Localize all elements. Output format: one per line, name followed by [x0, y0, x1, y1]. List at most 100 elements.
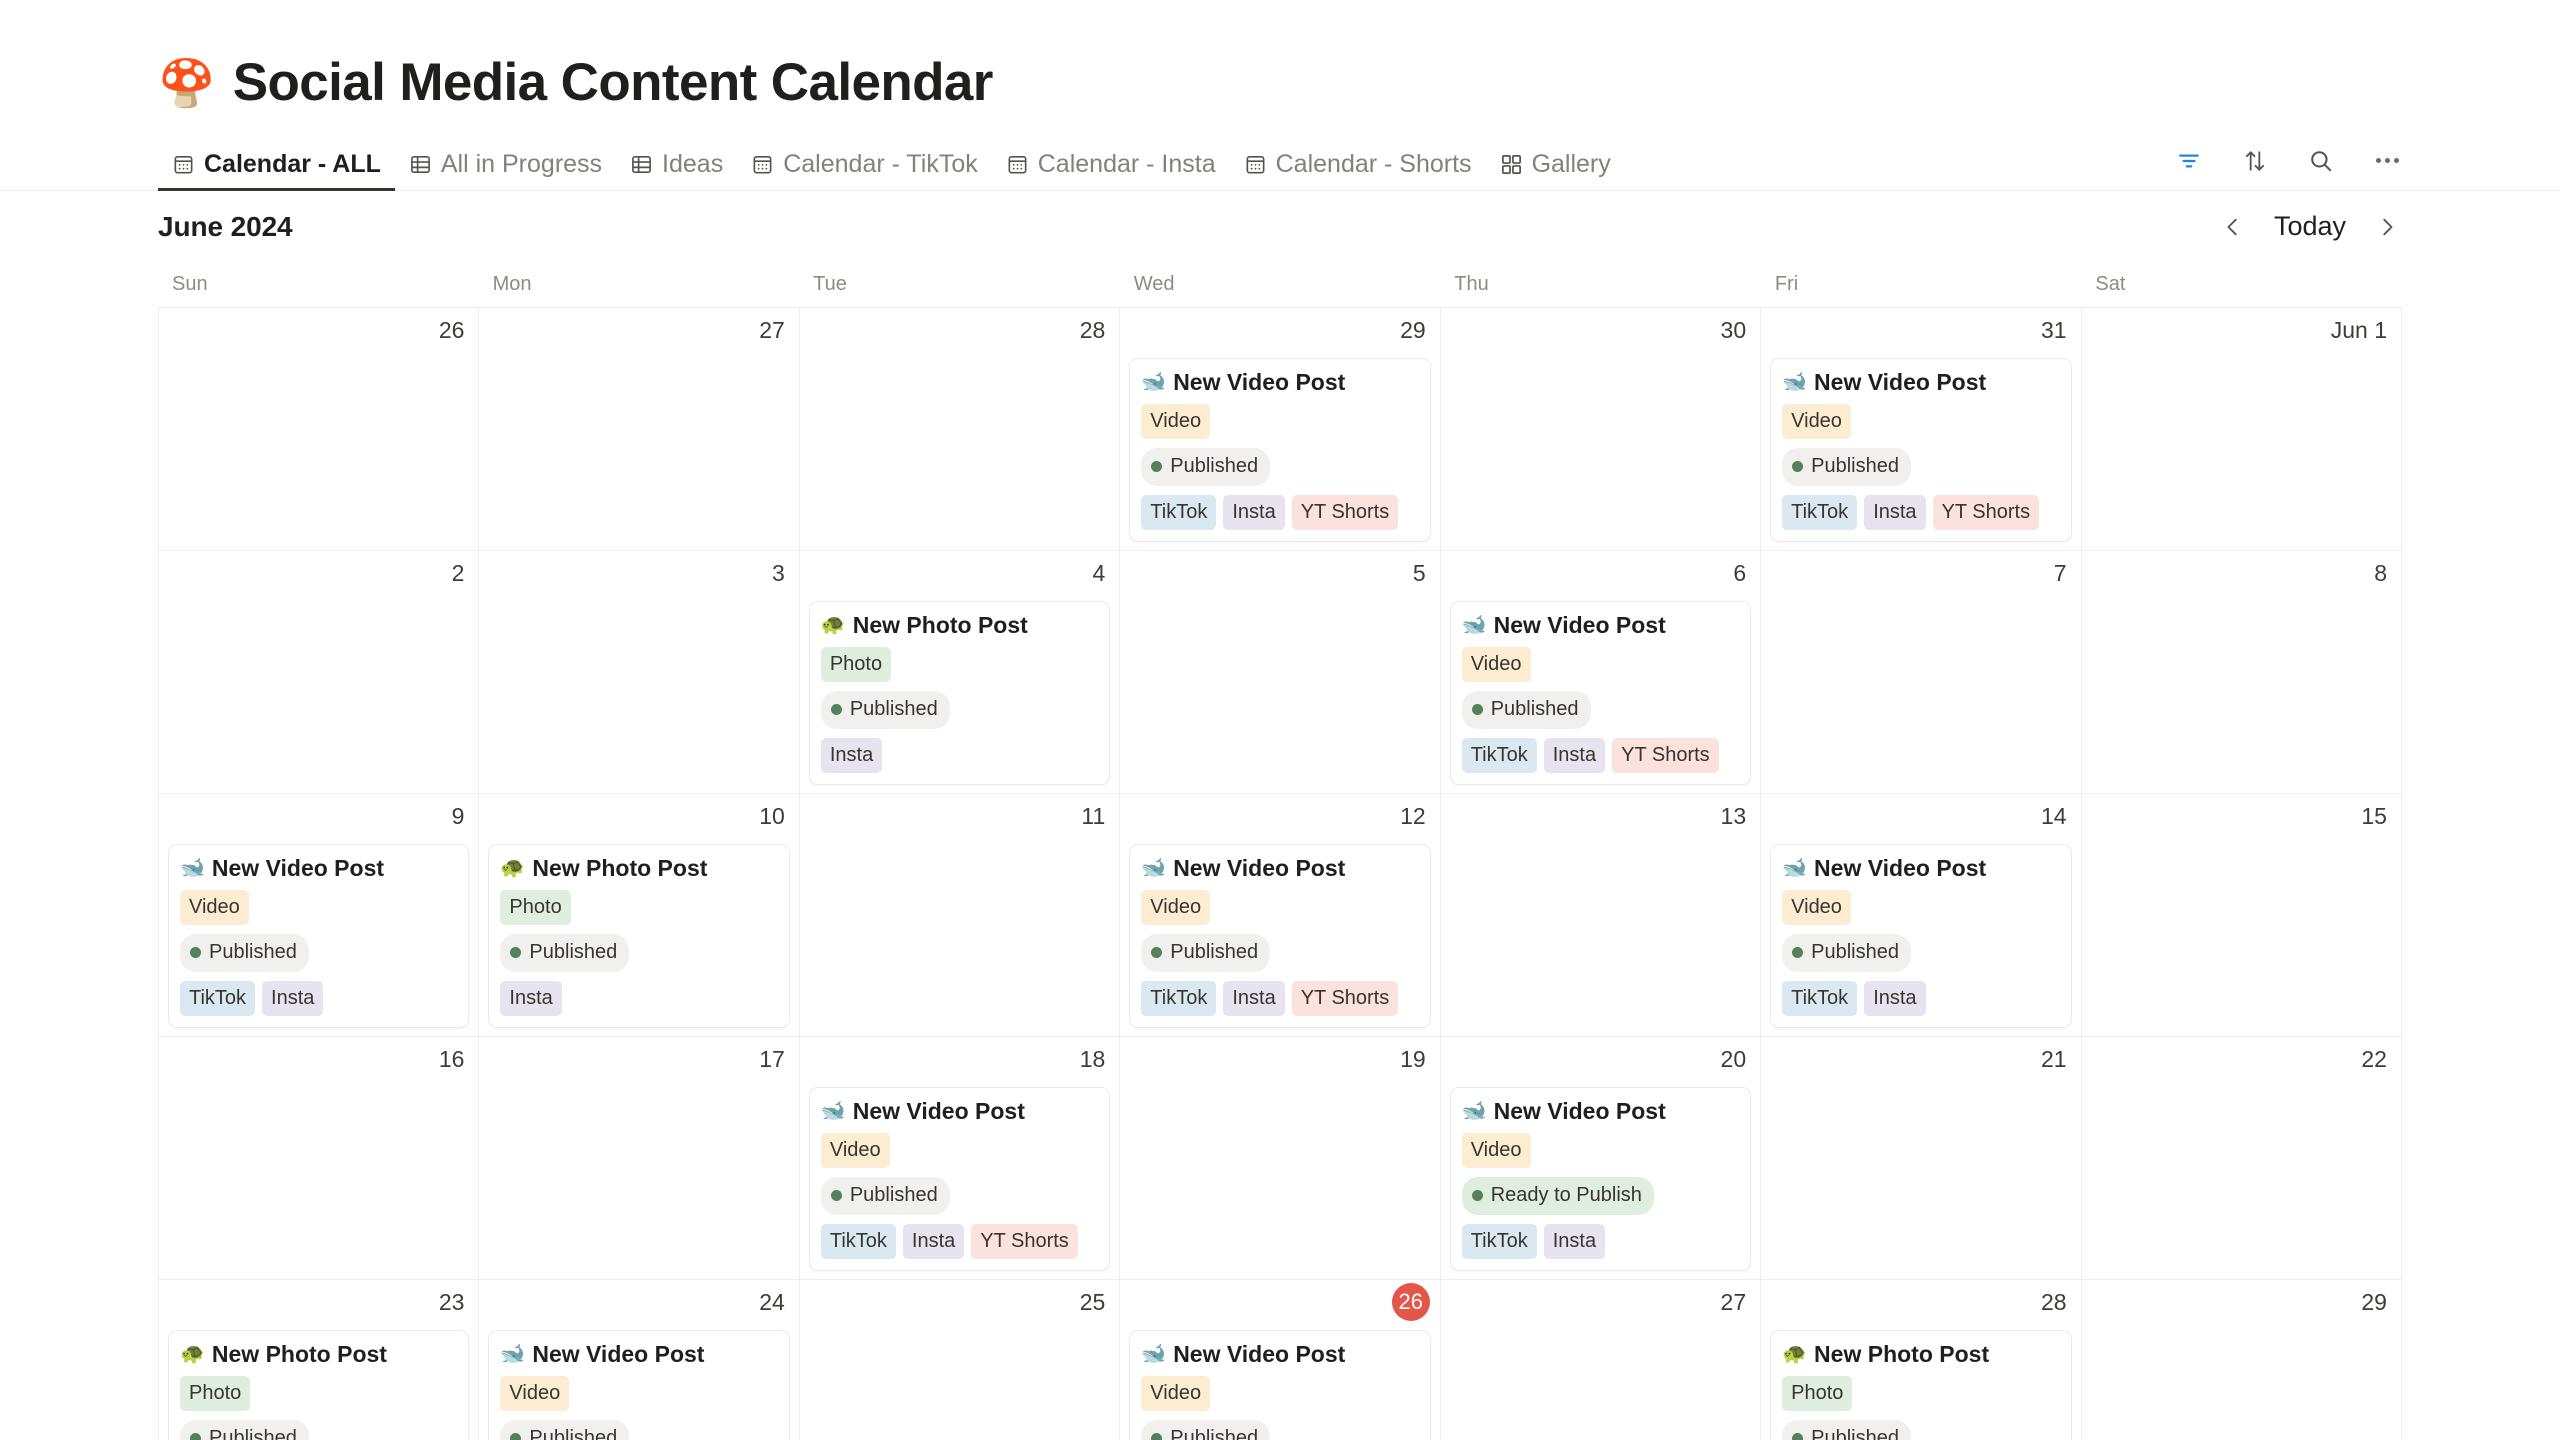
calendar-event-card[interactable]: 🐋New Video PostVideoPublishedTikTokInsta…	[488, 1329, 790, 1440]
calendar-event-card[interactable]: 🐋New Video PostVideoPublishedTikTokInsta…	[808, 1086, 1111, 1272]
event-title-text: New Video Post	[1814, 368, 1987, 395]
status-badge: Published	[1782, 448, 1911, 487]
more-options-icon[interactable]	[2372, 146, 2402, 176]
calendar-day-cell[interactable]: 7	[1761, 550, 2082, 794]
calendar-day-cell[interactable]: 14 🐋 New Video Post Video Published TikTok Ins…	[1761, 793, 2082, 1037]
calendar-day-cell[interactable]: 30	[1440, 307, 1762, 551]
calendar-day-cell[interactable]: 26	[159, 307, 480, 551]
calendar-event-card[interactable]: 🐢New Photo PostPhotoPublishedInsta	[808, 600, 1111, 786]
tab-all-in-progress[interactable]: All in Progress	[395, 133, 616, 190]
event-title-text: New Photo Post	[532, 854, 708, 881]
status-label: Published	[529, 941, 618, 964]
calendar-day-cell[interactable]: 15	[2081, 793, 2402, 1037]
status-badge: Published	[500, 934, 630, 973]
tab-calendar-shorts[interactable]: Calendar - Shorts	[1230, 133, 1486, 190]
calendar-event-card[interactable]: 🐋New Video PostVideoPublishedTikTokInsta…	[1449, 600, 1752, 786]
platform-chip-row: TikTok Insta	[180, 981, 457, 1017]
platform-chip-yt-shorts: YT Shorts	[1932, 495, 2040, 531]
calendar-day-cell[interactable]: 23🐢New Photo PostPhotoPublishedInsta	[159, 1279, 480, 1440]
event-title: 🐋 New Video Post	[1462, 1098, 1739, 1124]
calendar-day-cell[interactable]: 29	[2082, 1279, 2402, 1440]
tab-calendar-all[interactable]: Calendar - ALL	[158, 133, 395, 192]
calendar-day-cell[interactable]: 28	[799, 307, 1121, 551]
tab-label: Ideas	[662, 149, 724, 178]
calendar-day-cell[interactable]: 29 🐋 New Video Post Video Published TikTok Ins…	[1120, 307, 1441, 551]
sort-icon[interactable]	[2240, 146, 2270, 176]
calendar-day-cell[interactable]: 8	[2081, 550, 2402, 794]
status-dot-icon	[510, 1433, 522, 1440]
calendar-day-cell[interactable]: 9 🐋 New Video Post Video Published TikTok Inst…	[159, 793, 480, 1037]
calendar-day-cell[interactable]: 18 🐋 New Video Post Video Published TikTok Ins…	[799, 1036, 1121, 1280]
calendar-day-cell[interactable]: 28🐢New Photo PostPhotoPublishedInsta	[1761, 1279, 2082, 1440]
search-icon[interactable]	[2306, 146, 2336, 176]
weekday-thu: Thu	[1454, 273, 1489, 296]
day-number-wrapper: 27	[1450, 1288, 1751, 1330]
calendar-event-card[interactable]: 🐋New Video PostVideoPublishedTikTokInsta…	[1129, 1329, 1431, 1440]
calendar-event-card[interactable]: 🐋New Video PostVideoPublishedTikTokInsta…	[1129, 357, 1431, 543]
day-number-wrapper: 12	[1129, 802, 1430, 844]
event-type-row: Photo	[500, 890, 777, 926]
today-button[interactable]: Today	[2270, 211, 2350, 242]
calendar-event-card[interactable]: 🐢New Photo PostPhotoPublishedInsta	[1770, 1329, 2072, 1440]
event-title: 🐋 New Video Post	[1782, 855, 2059, 881]
tab-calendar-insta[interactable]: Calendar - Insta	[992, 133, 1230, 190]
content-type-chip: Photo	[820, 647, 892, 683]
tab-ideas[interactable]: Ideas	[616, 133, 737, 190]
tab-label: Calendar - ALL	[204, 149, 381, 178]
calendar-day-cell[interactable]: 26🐋New Video PostVideoPublishedTikTokIns…	[1120, 1279, 1441, 1440]
calendar-event-card[interactable]: 🐋New Video PostVideoPublishedTikTokInsta…	[1129, 843, 1431, 1029]
calendar-day-cell[interactable]: Jun 1	[2081, 307, 2402, 551]
platform-chip-insta: Insta	[1864, 495, 1926, 531]
platform-chip-tiktok: TikTok	[1782, 981, 1858, 1017]
calendar-day-cell[interactable]: 19	[1120, 1036, 1441, 1280]
calendar-day-cell[interactable]: 6 🐋 New Video Post Video Published TikTok Inst…	[1440, 550, 1762, 794]
calendar-day-cell[interactable]: 22	[2081, 1036, 2402, 1280]
status-badge: Published	[500, 1420, 630, 1440]
calendar-event-card[interactable]: 🐋 New Video Post Video Ready to Publish TikT…	[1449, 1086, 1752, 1272]
calendar-day-cell[interactable]: 27	[1441, 1279, 1762, 1440]
calendar-day-cell[interactable]: 21	[1761, 1036, 2082, 1280]
event-type-row: Video	[1782, 404, 2059, 440]
platform-chip-tiktok: TikTok	[180, 981, 256, 1017]
calendar-day-cell[interactable]: 3	[479, 550, 800, 794]
calendar-event-card[interactable]: 🐋 New Video Post Video Published TikTok Insta	[1770, 843, 2072, 1029]
status-badge: Ready to Publish	[1461, 1177, 1654, 1216]
previous-month-button[interactable]	[2218, 212, 2248, 242]
calendar-day-cell[interactable]: 25	[800, 1279, 1121, 1440]
day-number-wrapper: 18	[809, 1045, 1110, 1087]
calendar-event-card[interactable]: 🐋New Video PostVideoPublishedTikTokInsta…	[1770, 357, 2072, 543]
tab-gallery[interactable]: Gallery	[1486, 133, 1625, 190]
calendar-day-cell[interactable]: 2	[159, 550, 480, 794]
calendar-day-cell[interactable]: 20 🐋 New Video Post Video Ready to Publish Ti…	[1440, 1036, 1762, 1280]
calendar-day-cell[interactable]: 4 🐢 New Photo Post Photo Published Insta	[799, 550, 1121, 794]
calendar-day-cell[interactable]: 31 🐋 New Video Post Video Published TikTok Ins…	[1761, 307, 2082, 551]
calendar-week-row: 26 27 28 29 🐋 New Video Post Video Published Tik…	[159, 307, 2402, 551]
whale-icon: 🐋	[1782, 856, 1808, 879]
day-number-wrapper: 28	[1770, 1288, 2071, 1330]
next-month-button[interactable]	[2372, 212, 2402, 242]
platform-chip-insta: Insta	[1543, 738, 1606, 774]
tab-calendar-tiktok[interactable]: Calendar - TikTok	[737, 133, 992, 190]
status-label: Published	[1811, 941, 1899, 964]
calendar-day-cell[interactable]: 13	[1440, 793, 1762, 1037]
day-number: 3	[772, 559, 785, 586]
calendar-day-cell[interactable]: 11	[799, 793, 1121, 1037]
calendar-event-card[interactable]: 🐢New Photo PostPhotoPublishedInsta	[488, 843, 790, 1029]
calendar-day-cell[interactable]: 17	[479, 1036, 800, 1280]
status-label: Published	[1811, 455, 1899, 478]
content-type-chip: Video	[180, 890, 249, 926]
calendar-day-cell[interactable]: 12 🐋 New Video Post Video Published TikTok Ins…	[1120, 793, 1441, 1037]
event-title: 🐢 New Photo Post	[1782, 1341, 2059, 1367]
calendar-day-cell[interactable]: 16	[159, 1036, 480, 1280]
calendar-day-cell[interactable]: 27	[479, 307, 800, 551]
tab-label: Calendar - Insta	[1037, 149, 1216, 178]
view-toolbar	[2174, 146, 2402, 190]
content-type-chip: Video	[1461, 1133, 1531, 1169]
calendar-day-cell[interactable]: 24🐋New Video PostVideoPublishedTikTokIns…	[479, 1279, 800, 1440]
calendar-event-card[interactable]: 🐢New Photo PostPhotoPublishedInsta	[168, 1329, 470, 1440]
filter-icon[interactable]	[2174, 146, 2204, 176]
calendar-day-cell[interactable]: 10 🐢 New Photo Post Photo Published Insta	[479, 793, 800, 1037]
calendar-day-cell[interactable]: 5	[1120, 550, 1441, 794]
calendar-event-card[interactable]: 🐋 New Video Post Video Published TikTok Insta	[168, 843, 470, 1029]
day-number-wrapper: 31	[1770, 316, 2071, 358]
